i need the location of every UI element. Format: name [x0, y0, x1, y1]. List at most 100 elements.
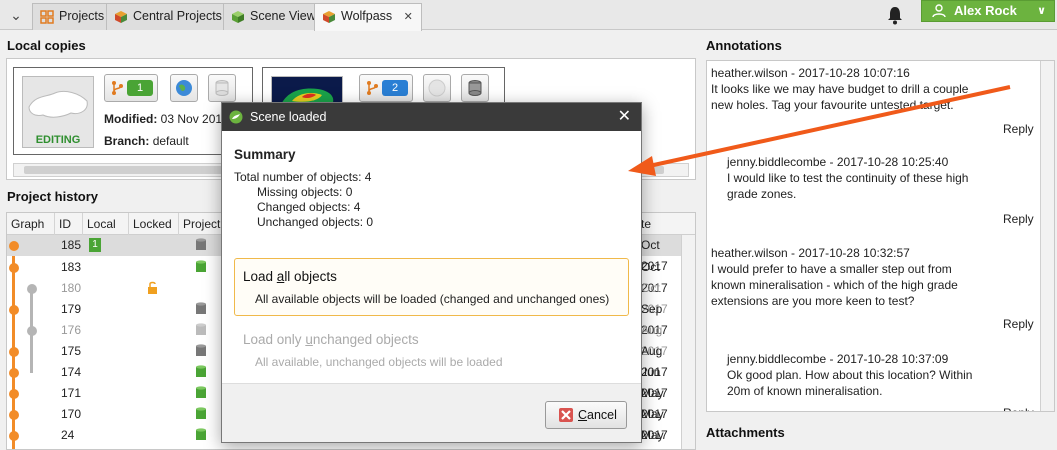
attachments-title: Attachments: [706, 425, 785, 440]
annotation-header: heather.wilson - 2017-10-28 10:32:57: [711, 246, 910, 260]
close-icon[interactable]: ✕: [618, 103, 631, 131]
menu-chevron-icon[interactable]: ⌄: [6, 5, 26, 25]
branch-value: default: [152, 134, 189, 148]
column-header-project[interactable]: Project: [179, 213, 225, 235]
tab-label: Central Projects: [133, 9, 222, 23]
graph-node: [9, 263, 19, 273]
row-id: 180: [61, 281, 82, 295]
annotation-item: heather.wilson - 2017-10-28 10:32:57 I w…: [711, 245, 971, 309]
globe-disabled-icon: [428, 79, 446, 97]
annotation-item: heather.wilson - 2017-10-28 10:07:16 It …: [711, 65, 971, 113]
column-header-locked[interactable]: Locked: [129, 213, 179, 235]
row-id: 174: [61, 365, 82, 379]
column-header-graph[interactable]: Graph: [7, 213, 55, 235]
reply-button[interactable]: Reply: [1003, 122, 1034, 136]
graph-node: [9, 431, 19, 441]
database-icon: [195, 238, 207, 259]
local-copies-title: Local copies: [7, 38, 86, 53]
row-id: 179: [61, 302, 82, 316]
column-header-date[interactable]: te: [637, 213, 685, 235]
dialog-title-bar: Scene loaded ✕: [222, 103, 641, 131]
cancel-label: ancel: [587, 408, 617, 422]
tab-bar: ⌄ Projects Central Projects Scene View W…: [0, 0, 1057, 31]
dialog-title: Scene loaded: [250, 110, 327, 124]
tab-scene-view[interactable]: Scene View: [223, 3, 325, 30]
option-description: All available objects will be loaded (ch…: [255, 292, 610, 306]
column-header-local[interactable]: Local: [83, 213, 129, 235]
tab-label: Wolfpass: [341, 9, 393, 23]
database-icon: [468, 80, 482, 96]
row-id: 183: [61, 260, 82, 274]
modified-value: 03 Nov 2017: [160, 112, 229, 126]
row-id: 171: [61, 386, 82, 400]
option-title: Load only unchanged objects: [243, 332, 419, 347]
branch-label: Branch:: [104, 134, 150, 148]
tab-wolfpass[interactable]: Wolfpass ✕: [314, 3, 422, 31]
vertical-scrollbar[interactable]: [681, 235, 695, 449]
modified-info: Modified: 03 Nov 2017: [104, 112, 229, 126]
annotation-item: jenny.biddlecombe - 2017-10-28 10:37:09 …: [727, 351, 977, 399]
local-badge: 1: [89, 238, 101, 252]
graph-node: [9, 241, 19, 251]
vertical-scrollbar[interactable]: [1040, 61, 1054, 411]
row-id: 176: [61, 323, 82, 337]
database-button[interactable]: [461, 74, 489, 102]
close-icon[interactable]: ✕: [404, 11, 413, 23]
column-header-id[interactable]: ID: [55, 213, 83, 235]
summary-title: Summary: [234, 147, 296, 162]
app-logo-icon: [229, 110, 243, 124]
option-title: Load all objects: [243, 269, 337, 284]
graph-node: [9, 410, 19, 420]
annotation-header: jenny.biddlecombe - 2017-10-28 10:25:40: [727, 155, 949, 169]
database-icon: [215, 80, 229, 96]
branch-count: 2: [382, 80, 408, 96]
graph-node: [9, 368, 19, 378]
user-icon: [932, 4, 946, 18]
graph-node: [9, 347, 19, 357]
changed-objects: Changed objects: 4: [257, 200, 361, 214]
branch-button[interactable]: 1: [104, 74, 158, 102]
unchanged-objects: Unchanged objects: 0: [257, 215, 374, 229]
load-unchanged-objects-option[interactable]: Load only unchanged objects All availabl…: [234, 321, 629, 379]
load-all-objects-option[interactable]: Load all objects All available objects w…: [234, 258, 629, 316]
branch-info: Branch: default: [104, 134, 189, 148]
local-copy-card[interactable]: EDITING 1 Modified: 03 Nov 2017 Branch: …: [13, 67, 253, 155]
reply-button[interactable]: Reply: [1003, 406, 1034, 411]
publish-button[interactable]: [170, 74, 198, 102]
cancel-button[interactable]: Cancel: [545, 401, 627, 429]
database-button[interactable]: [208, 74, 236, 102]
terrain-icon: [28, 90, 88, 118]
graph-node: [27, 326, 37, 336]
editing-status: EDITING: [35, 134, 81, 146]
tab-label: Projects: [59, 9, 105, 23]
graph-node: [9, 305, 19, 315]
annotation-text: I would prefer to have a smaller step ou…: [711, 262, 958, 308]
tab-label: Scene View: [250, 9, 316, 23]
projects-icon: [40, 10, 54, 24]
tab-central-projects[interactable]: Central Projects: [106, 3, 231, 30]
row-id: 24: [61, 428, 75, 442]
annotation-item: jenny.biddlecombe - 2017-10-28 10:25:40 …: [727, 154, 977, 202]
reply-button[interactable]: Reply: [1003, 317, 1034, 331]
reply-button[interactable]: Reply: [1003, 212, 1034, 226]
publish-button[interactable]: [423, 74, 451, 102]
tab-projects[interactable]: Projects: [32, 3, 114, 30]
modified-label: Modified:: [104, 112, 158, 126]
annotation-text: I would like to test the continuity of t…: [727, 171, 969, 201]
cancel-x-icon: [559, 408, 573, 422]
branch-icon: [367, 81, 378, 95]
cube-colored-icon: [323, 11, 335, 23]
row-id: 175: [61, 344, 82, 358]
user-menu-button[interactable]: Alex Rock ∨: [921, 0, 1055, 22]
missing-objects: Missing objects: 0: [257, 185, 353, 199]
bell-icon[interactable]: [884, 4, 906, 26]
cancel-mnemonic: C: [578, 408, 588, 422]
user-name: Alex Rock: [954, 3, 1017, 18]
row-id: 185: [61, 238, 82, 252]
cube-green-icon: [232, 11, 244, 23]
annotation-header: heather.wilson - 2017-10-28 10:07:16: [711, 66, 910, 80]
branch-count: 1: [127, 80, 153, 96]
row-date: May 2017: [641, 428, 664, 442]
branch-button[interactable]: 2: [359, 74, 413, 102]
annotation-text: Ok good plan. How about this location? W…: [727, 368, 973, 398]
